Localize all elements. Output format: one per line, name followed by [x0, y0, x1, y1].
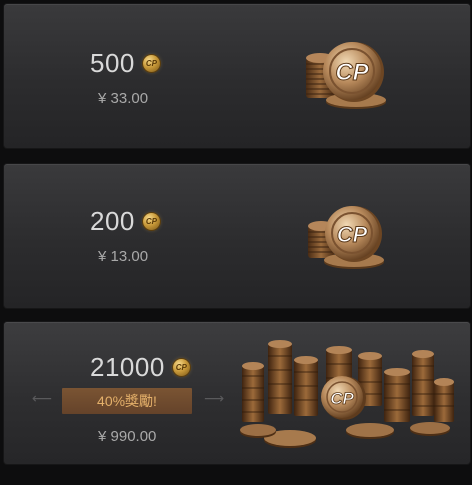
cp-coin-icon: CP — [172, 359, 190, 376]
arrow-left-icon: ⟵ — [32, 390, 53, 406]
price-label: ¥ 13.00 — [98, 248, 149, 265]
arrow-right-icon: ⟶ — [204, 390, 225, 406]
coin-pile-icon: CP — [240, 340, 454, 448]
svg-text:CP: CP — [335, 59, 369, 86]
amount-row: 21000 CP — [90, 352, 190, 383]
price-label: ¥ 990.00 — [98, 428, 157, 445]
price-label: ¥ 33.00 — [98, 90, 149, 107]
amount-row: 200 CP — [90, 206, 160, 237]
cp-coin-icon: CP — [142, 213, 160, 230]
amount-row: 500 CP — [90, 48, 160, 79]
cp-amount: 21000 — [90, 352, 165, 382]
svg-text:CP: CP — [330, 389, 354, 408]
svg-text:CP: CP — [337, 222, 368, 247]
bonus-badge: 40%獎勵! — [62, 388, 192, 414]
coin-stack-icon: CP — [306, 42, 386, 109]
cp-amount: 200 — [90, 206, 135, 236]
package-card-200[interactable]: 200 CP ¥ 13.00 CP — [4, 164, 470, 308]
cp-shop: 500 CP ¥ 33.00 CP 200 CP ¥ 13.00 CP 2100… — [0, 0, 472, 485]
coin-stack-icon: CP — [308, 206, 384, 269]
package-card-500[interactable]: 500 CP ¥ 33.00 CP — [4, 4, 470, 148]
cp-coin-icon: CP — [142, 55, 160, 72]
cp-amount: 500 — [90, 48, 135, 78]
